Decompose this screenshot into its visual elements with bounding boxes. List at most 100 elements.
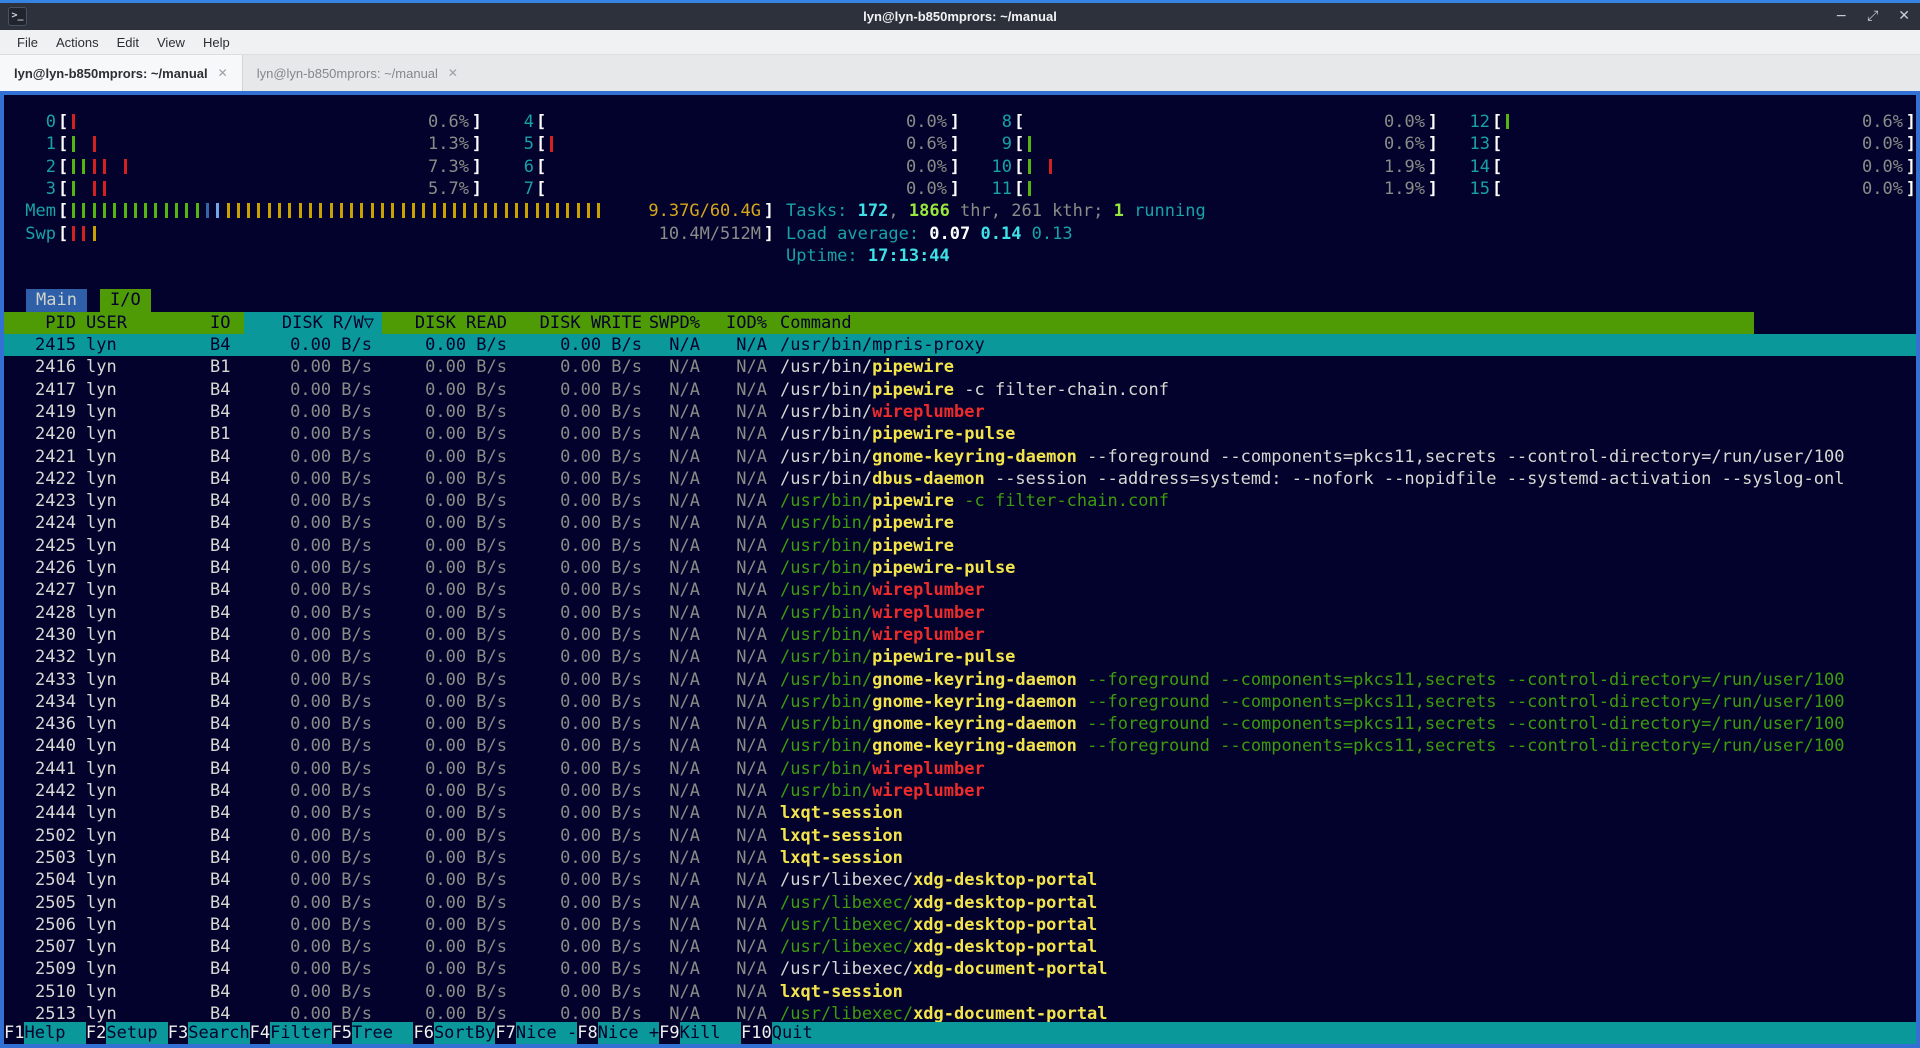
process-row[interactable]: 2415lynB40.00 B/s0.00 B/s0.00 B/sN/AN/A/…: [4, 334, 1916, 356]
terminal-screen[interactable]: 0[0.6%]1[1.3%]2[7.3%]3[5.7%]4[0.0%]5[0.6…: [4, 95, 1916, 1044]
tab-close-icon[interactable]: ✕: [448, 66, 458, 80]
fkey-f10[interactable]: F10Quit: [741, 1022, 833, 1044]
cell-swpd: N/A: [644, 468, 700, 490]
fkey-f1[interactable]: F1Help: [4, 1022, 86, 1044]
process-row[interactable]: 2425lynB40.00 B/s0.00 B/s0.00 B/sN/AN/A/…: [4, 535, 1916, 557]
menu-item-file[interactable]: File: [8, 33, 47, 52]
meter-value: 0.6%: [1384, 133, 1425, 155]
col-header-disk-rw[interactable]: DISK R/W▽: [244, 312, 374, 334]
process-row[interactable]: 2421lynB40.00 B/s0.00 B/s0.00 B/sN/AN/A/…: [4, 446, 1916, 468]
meter-value: 0.6%: [1862, 111, 1903, 133]
swap-meter: Swp[10.4M/512M]: [24, 223, 774, 245]
cell-user: lyn: [86, 669, 206, 691]
fkey-f5[interactable]: F5Tree: [332, 1022, 414, 1044]
process-row[interactable]: 2504lynB40.00 B/s0.00 B/s0.00 B/sN/AN/A/…: [4, 869, 1916, 891]
process-row[interactable]: 2434lynB40.00 B/s0.00 B/s0.00 B/sN/AN/A/…: [4, 691, 1916, 713]
cpu-meter-6: 6[0.0%]: [502, 156, 960, 178]
cell-swpd: N/A: [644, 936, 700, 958]
process-row[interactable]: 2507lynB40.00 B/s0.00 B/s0.00 B/sN/AN/A/…: [4, 936, 1916, 958]
cell-iod: N/A: [711, 780, 767, 802]
cell-pid: 2502: [4, 825, 76, 847]
cell-disk-rw: 0.00 B/s: [244, 646, 372, 668]
cell-command: /usr/bin/gnome-keyring-daemon --foregrou…: [780, 735, 1916, 757]
tab-close-icon[interactable]: ✕: [218, 66, 228, 80]
process-row[interactable]: 2428lynB40.00 B/s0.00 B/s0.00 B/sN/AN/A/…: [4, 602, 1916, 624]
process-row[interactable]: 2420lynB10.00 B/s0.00 B/s0.00 B/sN/AN/A/…: [4, 423, 1916, 445]
fkey-f3[interactable]: F3Search: [168, 1022, 250, 1044]
menu-item-edit[interactable]: Edit: [108, 33, 148, 52]
process-row[interactable]: 2502lynB40.00 B/s0.00 B/s0.00 B/sN/AN/Al…: [4, 825, 1916, 847]
process-row[interactable]: 2444lynB40.00 B/s0.00 B/s0.00 B/sN/AN/Al…: [4, 802, 1916, 824]
fkey-f6[interactable]: F6SortBy: [413, 1022, 495, 1044]
col-header-user[interactable]: USER: [86, 312, 206, 334]
process-row[interactable]: 2510lynB40.00 B/s0.00 B/s0.00 B/sN/AN/Al…: [4, 981, 1916, 1003]
cell-swpd: N/A: [644, 825, 700, 847]
cell-swpd: N/A: [644, 869, 700, 891]
col-header-swpd[interactable]: SWPD%: [644, 312, 700, 334]
cell-disk-rw: 0.00 B/s: [244, 869, 372, 891]
col-header-iod[interactable]: IOD%: [711, 312, 767, 334]
cell-disk-read: 0.00 B/s: [379, 958, 507, 980]
fkey-f4[interactable]: F4Filter: [250, 1022, 332, 1044]
process-row[interactable]: 2505lynB40.00 B/s0.00 B/s0.00 B/sN/AN/A/…: [4, 892, 1916, 914]
maximize-icon[interactable]: ⤢: [1867, 3, 1878, 30]
cell-user: lyn: [86, 735, 206, 757]
process-row[interactable]: 2430lynB40.00 B/s0.00 B/s0.00 B/sN/AN/A/…: [4, 624, 1916, 646]
fkey-f9[interactable]: F9Kill: [659, 1022, 741, 1044]
process-row[interactable]: 2419lynB40.00 B/s0.00 B/s0.00 B/sN/AN/A/…: [4, 401, 1916, 423]
cell-iod: N/A: [711, 713, 767, 735]
close-icon[interactable]: ✕: [1898, 3, 1910, 30]
cpu-meter-13: 13[0.0%]: [1458, 133, 1916, 155]
fkey-f7[interactable]: F7Nice -: [495, 1022, 577, 1044]
process-row[interactable]: 2503lynB40.00 B/s0.00 B/s0.00 B/sN/AN/Al…: [4, 847, 1916, 869]
screen-tab-io[interactable]: I/O: [100, 289, 151, 311]
process-row[interactable]: 2506lynB40.00 B/s0.00 B/s0.00 B/sN/AN/A/…: [4, 914, 1916, 936]
process-row[interactable]: 2442lynB40.00 B/s0.00 B/s0.00 B/sN/AN/A/…: [4, 780, 1916, 802]
meter-value: 1.9%: [1384, 156, 1425, 178]
process-row[interactable]: 2509lynB40.00 B/s0.00 B/s0.00 B/sN/AN/A/…: [4, 958, 1916, 980]
cell-disk-rw: 0.00 B/s: [244, 892, 372, 914]
meter-value: 0.0%: [906, 156, 947, 178]
col-header-disk-read[interactable]: DISK READ: [379, 312, 507, 334]
menu-item-actions[interactable]: Actions: [47, 33, 108, 52]
titlebar[interactable]: >_ lyn@lyn-b850mprors: ~/manual − ⤢ ✕: [0, 3, 1920, 30]
menu-item-view[interactable]: View: [148, 33, 194, 52]
process-row[interactable]: 2417lynB40.00 B/s0.00 B/s0.00 B/sN/AN/A/…: [4, 379, 1916, 401]
cell-command: /usr/bin/wireplumber: [780, 624, 1916, 646]
menu-item-help[interactable]: Help: [194, 33, 239, 52]
process-row[interactable]: 2424lynB40.00 B/s0.00 B/s0.00 B/sN/AN/A/…: [4, 512, 1916, 534]
cell-iod: N/A: [711, 958, 767, 980]
meter-value: 1.9%: [1384, 178, 1425, 200]
terminal-tab-2[interactable]: lyn@lyn-b850mprors: ~/manual✕: [243, 55, 472, 91]
process-row[interactable]: 2423lynB40.00 B/s0.00 B/s0.00 B/sN/AN/A/…: [4, 490, 1916, 512]
function-bar-fill: [833, 1022, 1916, 1044]
process-row[interactable]: 2436lynB40.00 B/s0.00 B/s0.00 B/sN/AN/A/…: [4, 713, 1916, 735]
cell-disk-write: 0.00 B/s: [514, 579, 642, 601]
process-row[interactable]: 2426lynB40.00 B/s0.00 B/s0.00 B/sN/AN/A/…: [4, 557, 1916, 579]
process-row[interactable]: 2441lynB40.00 B/s0.00 B/s0.00 B/sN/AN/A/…: [4, 758, 1916, 780]
process-row[interactable]: 2440lynB40.00 B/s0.00 B/s0.00 B/sN/AN/A/…: [4, 735, 1916, 757]
cell-swpd: N/A: [644, 958, 700, 980]
cell-iod: N/A: [711, 758, 767, 780]
terminal-tab-1[interactable]: lyn@lyn-b850mprors: ~/manual✕: [0, 55, 243, 91]
fkey-f8[interactable]: F8Nice +: [577, 1022, 659, 1044]
cpu-meter-4: 4[0.0%]: [502, 111, 960, 133]
cell-disk-rw: 0.00 B/s: [244, 958, 372, 980]
minimize-icon[interactable]: −: [1835, 3, 1847, 30]
cell-user: lyn: [86, 579, 206, 601]
cell-iod: N/A: [711, 847, 767, 869]
process-row[interactable]: 2416lynB10.00 B/s0.00 B/s0.00 B/sN/AN/A/…: [4, 356, 1916, 378]
cell-swpd: N/A: [644, 892, 700, 914]
process-row[interactable]: 2422lynB40.00 B/s0.00 B/s0.00 B/sN/AN/A/…: [4, 468, 1916, 490]
screen-tab-main[interactable]: Main: [26, 289, 87, 311]
fkey-f2[interactable]: F2Setup: [86, 1022, 168, 1044]
cell-disk-write: 0.00 B/s: [514, 981, 642, 1003]
process-row[interactable]: 2427lynB40.00 B/s0.00 B/s0.00 B/sN/AN/A/…: [4, 579, 1916, 601]
cell-iod: N/A: [711, 557, 767, 579]
col-header-disk-write[interactable]: DISK WRITE: [514, 312, 642, 334]
process-row[interactable]: 2432lynB40.00 B/s0.00 B/s0.00 B/sN/AN/A/…: [4, 646, 1916, 668]
col-header-pid[interactable]: PID: [4, 312, 76, 334]
col-header-command[interactable]: Command: [780, 312, 1080, 334]
cell-pid: 2415: [4, 334, 76, 356]
process-row[interactable]: 2433lynB40.00 B/s0.00 B/s0.00 B/sN/AN/A/…: [4, 669, 1916, 691]
